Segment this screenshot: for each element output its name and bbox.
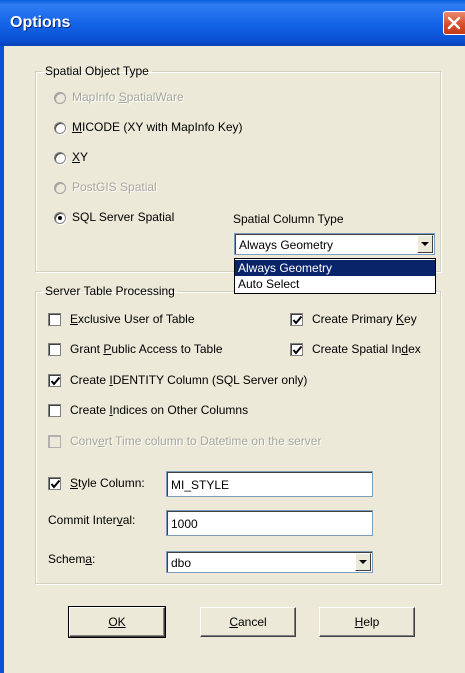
cancel-button[interactable]: Cancel bbox=[200, 607, 296, 637]
dropdown-option-always-geometry[interactable]: Always Geometry bbox=[235, 260, 435, 276]
commit-interval-input[interactable]: 1000 bbox=[166, 510, 373, 536]
help-button-label: Help bbox=[354, 615, 380, 629]
radio-label: XY bbox=[72, 150, 89, 164]
radio-label: SQL Server Spatial bbox=[72, 210, 175, 224]
options-dialog: Options Spatial Object Type MapInfo Spat… bbox=[0, 0, 465, 673]
server-table-processing-legend: Server Table Processing bbox=[45, 284, 175, 298]
dropdown-arrow-button[interactable] bbox=[355, 553, 371, 571]
schema-value: dbo bbox=[171, 556, 192, 570]
commit-interval-label: Commit Interval: bbox=[48, 513, 136, 527]
title-bar[interactable]: Options bbox=[0, 0, 465, 46]
checkmark-icon bbox=[292, 315, 303, 325]
checkmark-icon bbox=[50, 479, 61, 489]
schema-combo[interactable]: dbo bbox=[166, 551, 373, 573]
spatial-column-type-label: Spatial Column Type bbox=[233, 212, 344, 226]
checkbox-label: Create Spatial Index bbox=[312, 342, 421, 356]
checkmark-icon bbox=[50, 376, 61, 386]
chevron-down-icon bbox=[359, 560, 367, 564]
radio-button[interactable] bbox=[54, 152, 66, 164]
spatial-column-type-combo[interactable]: Always Geometry bbox=[234, 233, 435, 255]
checkbox bbox=[48, 435, 61, 448]
window-title: Options bbox=[10, 14, 71, 31]
checkbox-label: Create IDENTITY Column (SQL Server only) bbox=[70, 373, 308, 387]
radio-button[interactable] bbox=[54, 212, 66, 224]
checkbox-label: Grant Public Access to Table bbox=[70, 342, 223, 356]
spatial-object-type-legend: Spatial Object Type bbox=[45, 64, 149, 78]
checkbox[interactable] bbox=[48, 343, 61, 356]
radio-button bbox=[54, 92, 66, 104]
checkbox[interactable] bbox=[48, 477, 61, 490]
help-button[interactable]: Help bbox=[319, 607, 415, 637]
close-icon bbox=[447, 16, 461, 30]
checkbox[interactable] bbox=[48, 404, 61, 417]
close-button[interactable] bbox=[443, 11, 465, 35]
checkbox-label: Convert Time column to Datetime on the s… bbox=[70, 434, 322, 448]
checkbox-label: Create Primary Key bbox=[312, 312, 417, 326]
radio-button[interactable] bbox=[54, 122, 66, 134]
radio-label: MICODE (XY with MapInfo Key) bbox=[72, 120, 243, 134]
checkbox-label: Style Column: bbox=[70, 476, 145, 490]
chevron-down-icon bbox=[421, 242, 429, 246]
dropdown-arrow-button[interactable] bbox=[417, 235, 433, 253]
window-frame-left bbox=[0, 46, 4, 673]
checkbox[interactable] bbox=[290, 313, 303, 326]
checkmark-icon bbox=[292, 345, 303, 355]
checkbox-label: Exclusive User of Table bbox=[70, 312, 195, 326]
checkbox[interactable] bbox=[48, 374, 61, 387]
radio-label: MapInfo SpatialWare bbox=[72, 90, 184, 104]
checkbox[interactable] bbox=[290, 343, 303, 356]
radio-selected-dot bbox=[58, 216, 62, 220]
checkbox[interactable] bbox=[48, 313, 61, 326]
ok-button-label: OK bbox=[108, 615, 126, 629]
radio-button bbox=[54, 182, 66, 194]
checkbox-label: Create Indices on Other Columns bbox=[70, 403, 249, 417]
cancel-button-label: Cancel bbox=[229, 615, 267, 629]
radio-label: PostGIS Spatial bbox=[72, 180, 157, 194]
schema-label: Schema: bbox=[48, 552, 96, 566]
dropdown-option-auto-select[interactable]: Auto Select bbox=[235, 276, 435, 292]
style-column-input[interactable]: MI_STYLE bbox=[166, 471, 373, 497]
spatial-column-type-value: Always Geometry bbox=[239, 238, 334, 252]
ok-button[interactable]: OK bbox=[68, 606, 166, 638]
spatial-column-type-dropdown-list: Always Geometry Auto Select bbox=[234, 258, 436, 294]
